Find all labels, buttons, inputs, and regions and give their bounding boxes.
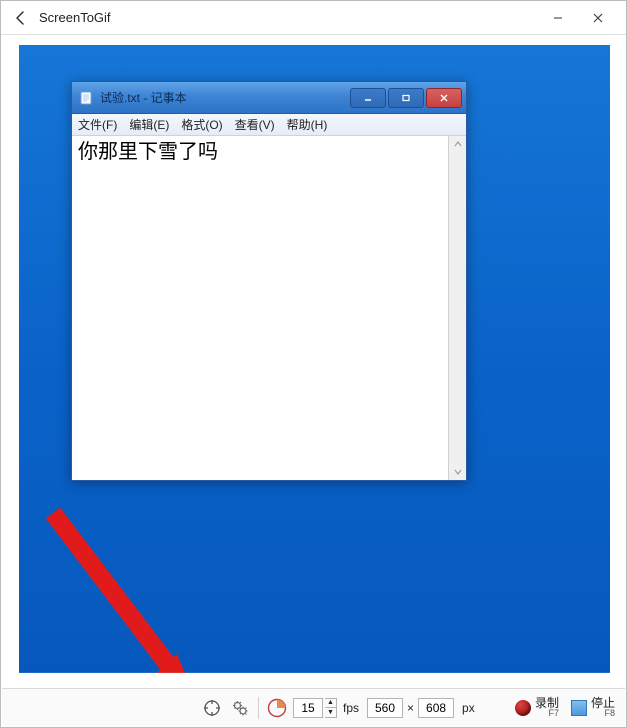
notepad-textarea[interactable]: 你那里下雪了吗	[72, 136, 466, 480]
minimize-icon	[363, 94, 373, 102]
capture-region: 试验.txt - 记事本 文件(F) 编辑(E) 格式(O)	[15, 41, 614, 677]
screentogif-window: ScreenToGif 试验.txt - 记事本	[0, 0, 627, 728]
record-key: F7	[535, 709, 559, 718]
crosshair-button[interactable]	[200, 696, 224, 720]
fps-control: ▲ ▼ fps	[293, 698, 363, 718]
scroll-up-button[interactable]	[449, 136, 466, 152]
notepad-content[interactable]: 你那里下雪了吗	[72, 136, 448, 480]
frame-rate-icon-button[interactable]	[265, 696, 289, 720]
menu-edit[interactable]: 编辑(E)	[129, 116, 169, 133]
chevron-up-icon	[454, 141, 462, 147]
dim-x: ×	[407, 701, 414, 715]
notepad-icon	[78, 90, 94, 106]
stop-label-stack: 停止 F8	[591, 697, 615, 718]
close-icon	[593, 13, 603, 23]
gear-icon	[231, 699, 249, 717]
scroll-down-button[interactable]	[449, 464, 466, 480]
notepad-menubar: 文件(F) 编辑(E) 格式(O) 查看(V) 帮助(H)	[72, 114, 466, 136]
scroll-track[interactable]	[449, 152, 466, 464]
px-label: px	[462, 701, 475, 715]
fps-label: fps	[343, 701, 359, 715]
menu-help[interactable]: 帮助(H)	[287, 116, 328, 133]
minimize-button[interactable]	[538, 3, 578, 33]
crosshair-icon	[203, 699, 221, 717]
stop-key: F8	[591, 709, 615, 718]
notepad-maximize-button[interactable]	[388, 88, 424, 108]
notepad-title: 试验.txt - 记事本	[100, 89, 187, 106]
notepad-window[interactable]: 试验.txt - 记事本 文件(F) 编辑(E) 格式(O)	[71, 81, 467, 481]
desktop-edge	[19, 672, 610, 673]
menu-view[interactable]: 查看(V)	[235, 116, 275, 133]
app-title: ScreenToGif	[39, 10, 111, 25]
back-button[interactable]	[9, 6, 33, 30]
maximize-icon	[401, 94, 411, 102]
divider	[258, 697, 259, 719]
record-label-stack: 录制 F7	[535, 697, 559, 718]
notepad-minimize-button[interactable]	[350, 88, 386, 108]
arrow-left-icon	[13, 10, 29, 26]
close-button[interactable]	[578, 3, 618, 33]
close-icon	[439, 94, 449, 102]
fps-down[interactable]: ▼	[325, 708, 336, 717]
width-input[interactable]	[367, 698, 403, 718]
titlebar: ScreenToGif	[1, 1, 626, 35]
chevron-down-icon	[454, 469, 462, 475]
settings-button[interactable]	[228, 696, 252, 720]
fps-up[interactable]: ▲	[325, 699, 336, 709]
stop-icon	[571, 700, 587, 716]
menu-file[interactable]: 文件(F)	[78, 116, 117, 133]
menu-format[interactable]: 格式(O)	[181, 116, 222, 133]
notepad-scrollbar[interactable]	[448, 136, 466, 480]
window-controls	[538, 3, 618, 33]
minimize-icon	[553, 13, 563, 23]
control-bar: ▲ ▼ fps × px 录制 F7 停止 F8	[2, 688, 625, 726]
height-input[interactable]	[418, 698, 454, 718]
annotation-arrow	[31, 507, 231, 677]
stop-button[interactable]: 停止 F8	[567, 694, 619, 722]
notepad-titlebar[interactable]: 试验.txt - 记事本	[72, 82, 466, 114]
fps-spinner: ▲ ▼	[325, 698, 337, 718]
notepad-close-button[interactable]	[426, 88, 462, 108]
notepad-window-controls	[348, 86, 464, 110]
fps-input[interactable]	[293, 698, 323, 718]
record-button[interactable]: 录制 F7	[511, 694, 563, 722]
timer-pie-icon	[267, 698, 287, 718]
record-icon	[515, 700, 531, 716]
